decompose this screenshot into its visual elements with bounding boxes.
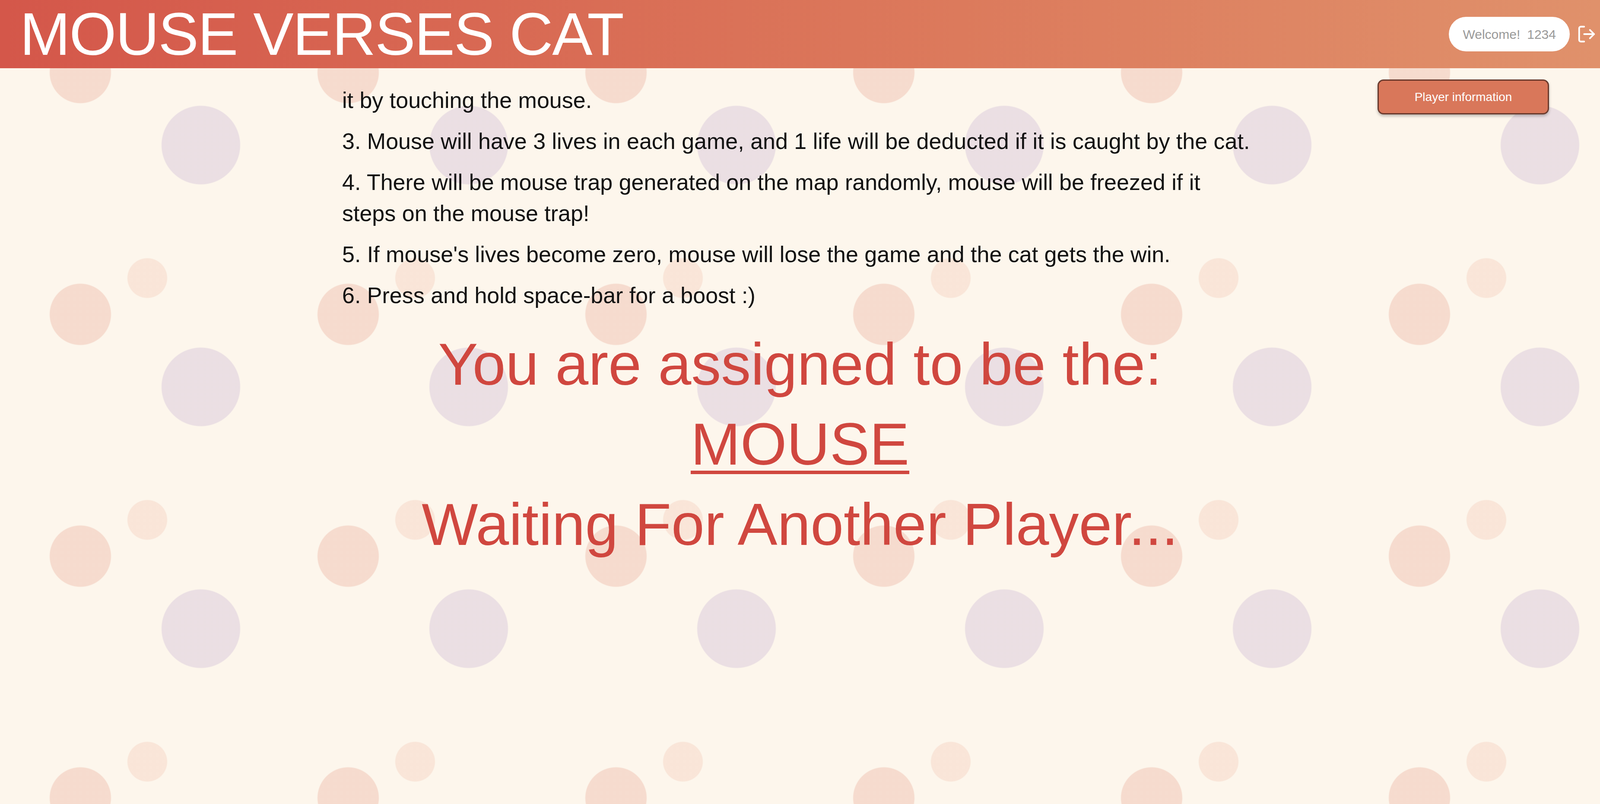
rule-item: 3. Mouse will have 3 lives in each game,… bbox=[342, 125, 1258, 158]
assigned-role: MOUSE bbox=[0, 408, 1600, 481]
rule-item: 5. If mouse's lives become zero, mouse w… bbox=[342, 238, 1258, 271]
waiting-status: Waiting For Another Player... bbox=[0, 488, 1600, 561]
player-information-button[interactable]: Player information bbox=[1377, 79, 1550, 115]
app-title: MOUSE VERSES CAT bbox=[19, 0, 624, 68]
rule-item: 4. There will be mouse trap generated on… bbox=[342, 166, 1258, 230]
rules-list: it by touching the mouse. 3. Mouse will h… bbox=[342, 68, 1258, 312]
rule-item: 6. Press and hold space-bar for a boost … bbox=[342, 279, 1258, 312]
role-name: MOUSE bbox=[690, 410, 910, 478]
rule-item: it by touching the mouse. bbox=[342, 84, 1258, 117]
assignment-label: You are assigned to be the: bbox=[0, 328, 1600, 401]
logout-icon[interactable] bbox=[1576, 24, 1597, 45]
game-lobby: Player information it by touching the mou… bbox=[0, 68, 1600, 804]
top-bar: MOUSE VERSES CAT Welcome!1234 bbox=[0, 0, 1600, 69]
user-name: 1234 bbox=[1526, 24, 1556, 45]
welcome-pill: Welcome!1234 bbox=[1448, 16, 1570, 52]
user-area: Welcome!1234 bbox=[1448, 16, 1597, 52]
welcome-text: Welcome! bbox=[1462, 24, 1521, 45]
